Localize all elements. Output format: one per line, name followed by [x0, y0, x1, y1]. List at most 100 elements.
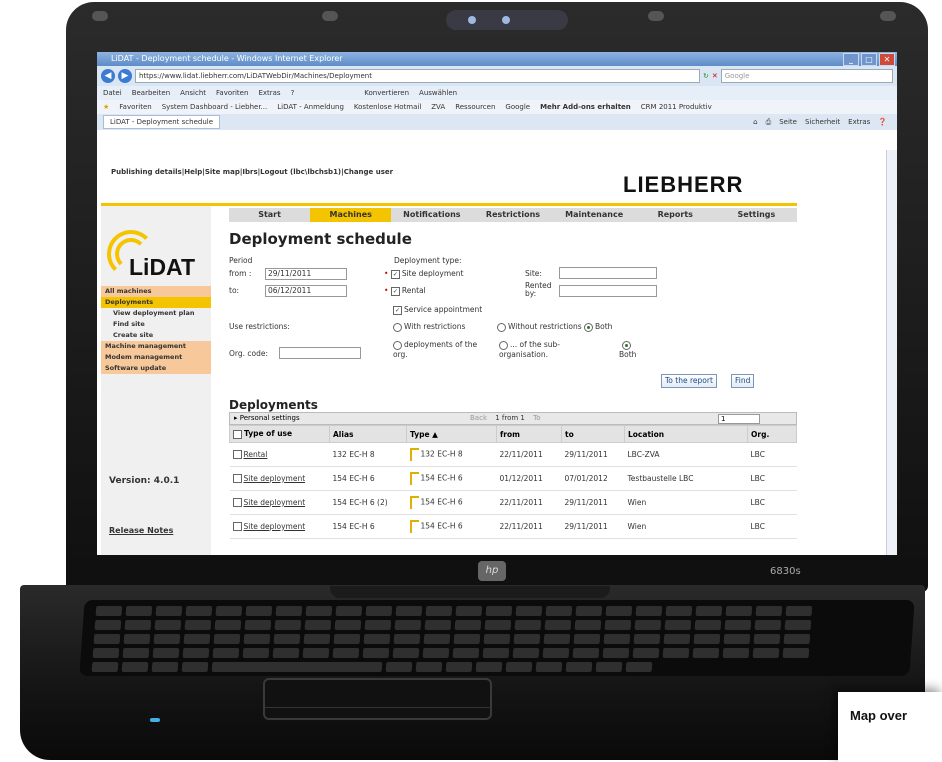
- row-checkbox[interactable]: [232, 498, 242, 508]
- column-header-type[interactable]: Type ▲: [406, 425, 497, 443]
- forward-icon[interactable]: ▶: [118, 69, 132, 83]
- select-all-checkbox[interactable]: [233, 429, 242, 439]
- browser-tab[interactable]: LiDAT - Deployment schedule: [103, 115, 221, 129]
- page-select[interactable]: 1: [718, 414, 760, 424]
- menu-item[interactable]: Ansicht: [180, 86, 206, 100]
- table-row[interactable]: Site deployment 154 EC-H 6 154 EC-H 6 22…: [229, 514, 797, 539]
- from-date-input[interactable]: 29/11/2011: [265, 268, 347, 280]
- without-restrictions-option[interactable]: Without restrictions: [497, 322, 582, 332]
- close-icon[interactable]: ✕: [879, 53, 895, 66]
- personal-settings-toggle[interactable]: ▸ Personal settings: [234, 414, 300, 422]
- tab-machines[interactable]: Machines: [310, 208, 392, 222]
- both-org-radio[interactable]: [622, 340, 632, 350]
- favorite-link[interactable]: Ressourcen: [455, 100, 495, 114]
- site-deployment-option[interactable]: • ✓ Site deployment: [384, 269, 463, 279]
- page-scrollbar[interactable]: [886, 150, 897, 555]
- maximize-icon[interactable]: □: [861, 53, 877, 66]
- org-deployments-option[interactable]: deployments of the org.: [393, 340, 491, 359]
- rental-checkbox[interactable]: ✓: [390, 286, 400, 296]
- minimize-icon[interactable]: _: [843, 53, 859, 66]
- type-of-use-link[interactable]: Site deployment: [244, 498, 306, 507]
- sidebar-item-software-update[interactable]: Software update: [101, 363, 211, 374]
- menu-item[interactable]: Datei: [103, 86, 122, 100]
- sidebar-item-create-site[interactable]: Create site: [101, 330, 211, 341]
- sidebar-item-deployments[interactable]: Deployments: [101, 297, 211, 308]
- tab-start[interactable]: Start: [229, 208, 310, 222]
- column-header-location[interactable]: Location: [624, 425, 748, 443]
- rented-by-input[interactable]: [559, 285, 657, 297]
- touchpad-buttons[interactable]: [265, 707, 490, 718]
- favorites-label[interactable]: Favoriten: [119, 100, 151, 114]
- print-icon[interactable]: ⎙: [766, 115, 772, 129]
- column-header-alias[interactable]: Alias: [329, 425, 407, 443]
- tools-menu[interactable]: Extras: [848, 115, 870, 129]
- to-date-input[interactable]: 06/12/2011: [265, 285, 347, 297]
- org-deployments-radio[interactable]: [393, 340, 402, 350]
- column-header-type-of-use[interactable]: Type of use: [229, 425, 330, 443]
- top-links[interactable]: Publishing details|Help|Site map|Ibrs|Lo…: [111, 168, 393, 176]
- row-checkbox[interactable]: [232, 522, 242, 532]
- favorite-link[interactable]: LiDAT - Anmeldung: [277, 100, 344, 114]
- sidebar-item-all-machines[interactable]: All machines: [101, 286, 211, 297]
- without-restrictions-radio[interactable]: [497, 322, 506, 332]
- tab-restrictions[interactable]: Restrictions: [472, 208, 553, 222]
- column-header-from[interactable]: from: [496, 425, 562, 443]
- url-input[interactable]: https://www.lidat.liebherr.com/LiDATWebD…: [135, 69, 700, 83]
- tab-maintenance[interactable]: Maintenance: [554, 208, 635, 222]
- row-checkbox[interactable]: [232, 474, 242, 484]
- site-deployment-checkbox[interactable]: ✓: [390, 269, 400, 279]
- org-code-input[interactable]: [279, 347, 361, 359]
- sidebar-item-find-site[interactable]: Find site: [101, 319, 211, 330]
- both-restrictions-radio[interactable]: [584, 322, 593, 332]
- type-of-use-link[interactable]: Rental: [244, 450, 268, 459]
- table-row[interactable]: Rental 132 EC-H 8 132 EC-H 8 22/11/2011 …: [229, 442, 797, 467]
- column-header-to[interactable]: to: [561, 425, 625, 443]
- menu-item[interactable]: ?: [291, 86, 295, 100]
- tab-settings[interactable]: Settings: [716, 208, 797, 222]
- rental-option[interactable]: • ✓ Rental: [384, 286, 426, 296]
- site-input[interactable]: [559, 267, 657, 279]
- back-icon[interactable]: ◀: [101, 69, 115, 83]
- sub-org-radio[interactable]: [499, 340, 508, 350]
- find-button[interactable]: Find: [731, 374, 755, 388]
- security-menu[interactable]: Sicherheit: [805, 115, 840, 129]
- stop-icon[interactable]: ✕: [712, 72, 718, 80]
- favorite-link[interactable]: Kostenlose Hotmail: [354, 100, 421, 114]
- favorite-link[interactable]: Google: [505, 100, 530, 114]
- sub-org-option[interactable]: ... of the sub-organisation.: [499, 340, 587, 359]
- release-notes-link[interactable]: Release Notes: [109, 526, 173, 535]
- type-of-use-link[interactable]: Site deployment: [244, 474, 306, 483]
- help-icon[interactable]: ❓: [878, 115, 887, 129]
- home-icon[interactable]: ⌂: [753, 115, 757, 129]
- to-the-report-button[interactable]: To the report: [661, 374, 717, 388]
- tab-notifications[interactable]: Notifications: [391, 208, 472, 222]
- sidebar-item-modem-management[interactable]: Modem management: [101, 352, 211, 363]
- favorite-link[interactable]: Mehr Add-ons erhalten: [540, 100, 631, 114]
- favorite-link[interactable]: System Dashboard - Liebher...: [162, 100, 268, 114]
- sidebar-item-view-deployment-plan[interactable]: View deployment plan: [101, 308, 211, 319]
- both-org-option[interactable]: Both: [619, 340, 636, 359]
- type-of-use-link[interactable]: Site deployment: [244, 522, 306, 531]
- with-restrictions-option[interactable]: With restrictions: [393, 322, 465, 332]
- favorite-link[interactable]: CRM 2011 Produktiv: [641, 100, 712, 114]
- row-checkbox[interactable]: [232, 450, 242, 460]
- column-header-org[interactable]: Org.: [747, 425, 797, 443]
- touchpad[interactable]: [263, 678, 492, 720]
- menu-item[interactable]: Bearbeiten: [132, 86, 170, 100]
- convert-menu[interactable]: Konvertieren: [364, 86, 409, 100]
- table-row[interactable]: Site deployment 154 EC-H 6 154 EC-H 6 01…: [229, 466, 797, 491]
- menu-item[interactable]: Extras: [258, 86, 280, 100]
- table-row[interactable]: Site deployment 154 EC-H 6 (2) 154 EC-H …: [229, 490, 797, 515]
- service-appointment-option[interactable]: ✓ Service appointment: [393, 305, 482, 315]
- tab-reports[interactable]: Reports: [635, 208, 716, 222]
- with-restrictions-radio[interactable]: [393, 322, 402, 332]
- favorite-link[interactable]: ZVA: [431, 100, 445, 114]
- sidebar-item-machine-management[interactable]: Machine management: [101, 341, 211, 352]
- search-input[interactable]: Google: [720, 69, 893, 83]
- select-menu[interactable]: Auswählen: [419, 86, 457, 100]
- refresh-icon[interactable]: ↻: [703, 72, 709, 80]
- menu-item[interactable]: Favoriten: [216, 86, 248, 100]
- pager-back[interactable]: Back: [470, 414, 487, 422]
- both-restrictions-option[interactable]: Both: [584, 322, 612, 332]
- favorites-star-icon[interactable]: ★: [103, 100, 109, 114]
